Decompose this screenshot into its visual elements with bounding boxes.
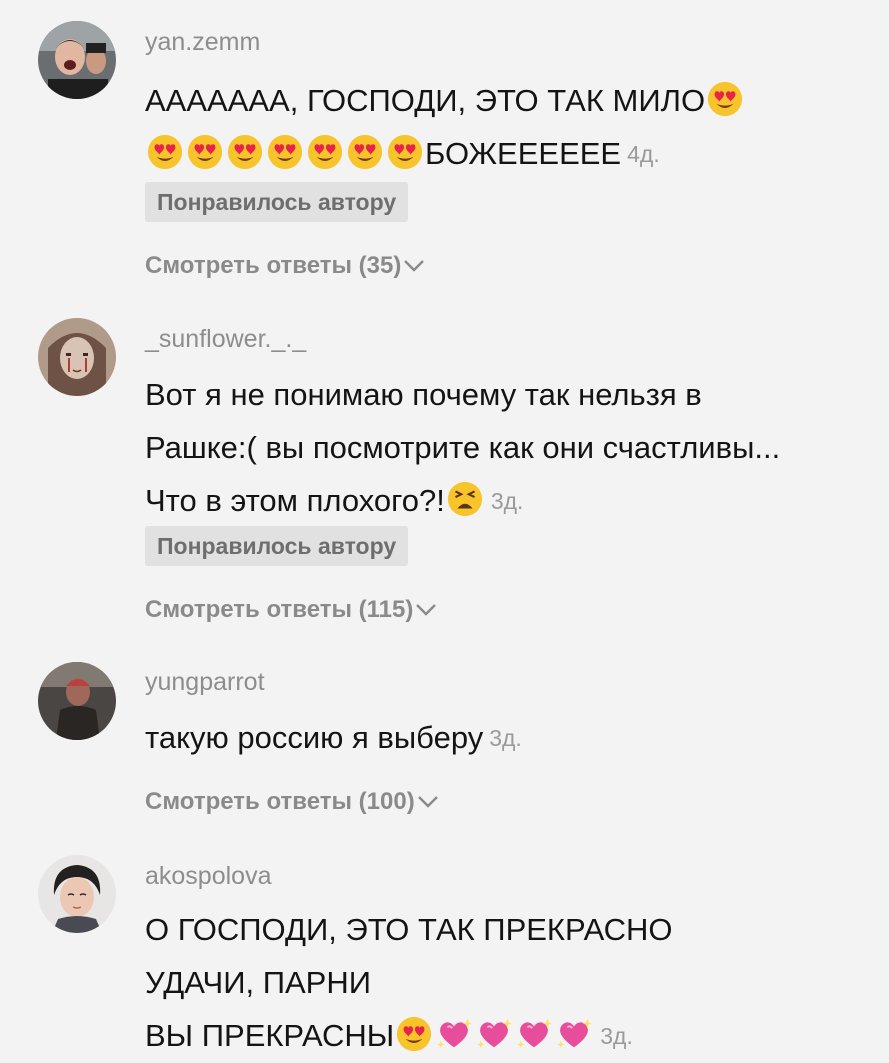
comment-text: О ГОСПОДИ, ЭТО ТАК ПРЕКРАСНО УДАЧИ, ПАРН… xyxy=(145,903,672,1063)
view-replies-button[interactable]: Смотреть ответы (115) xyxy=(145,596,437,624)
comment-time: 4д. xyxy=(627,141,660,167)
comment-text-line: такую россию я выберу xyxy=(145,720,484,755)
heart-eyes-emoji xyxy=(146,133,184,171)
heart-eyes-emoji xyxy=(306,133,344,171)
avatar[interactable] xyxy=(38,21,116,99)
comment-text: АААААAА, ГОСПОДИ, ЭТО ТАК МИЛО БОЖЕЕЕЕЕЕ… xyxy=(145,74,745,181)
comment-text-line: О ГОСПОДИ, ЭТО ТАК ПРЕКРАСНО xyxy=(145,912,673,947)
avatar[interactable] xyxy=(38,662,116,740)
heart-eyes-emoji xyxy=(186,133,224,171)
chevron-down-icon xyxy=(404,260,425,272)
heart-eyes-emoji xyxy=(706,80,744,118)
view-replies-label: Смотреть ответы (115) xyxy=(145,596,414,623)
comment-username[interactable]: akospolova xyxy=(145,862,271,891)
view-replies-button[interactable]: Смотреть ответы (35) xyxy=(145,252,425,280)
tired-face-emoji xyxy=(446,480,484,518)
comment-text: Вот я не понимаю почему так нельзя в Раш… xyxy=(145,368,780,528)
comment-text-line: Рашке:( вы посмотрите как они счастливы.… xyxy=(145,430,781,465)
heart-eyes-emoji xyxy=(395,1015,433,1053)
comment-username[interactable]: yan.zemm xyxy=(145,28,260,57)
comment-text-line: ВЫ ПРЕКРАСНЫ xyxy=(145,1018,395,1053)
comment-time: 3д. xyxy=(490,488,524,514)
chevron-down-icon xyxy=(416,604,437,616)
sparkling-heart-emoji xyxy=(435,1015,473,1053)
comment-text-line: УДАЧИ, ПАРНИ xyxy=(145,965,372,1000)
avatar[interactable] xyxy=(38,318,116,396)
comment-username[interactable]: yungparrot xyxy=(145,668,265,697)
liked-by-author-badge: Понравилось автору xyxy=(145,526,409,566)
heart-eyes-emoji xyxy=(266,133,304,171)
sparkling-heart-emoji xyxy=(515,1015,553,1053)
comment-time: 3д. xyxy=(600,1023,633,1049)
liked-by-author-badge: Понравилось автору xyxy=(145,182,409,222)
view-replies-button[interactable]: Смотреть ответы (100) xyxy=(145,788,439,816)
comment-text: такую россию я выберу 3д. xyxy=(145,711,522,765)
comment-text-line: АААААAА, ГОСПОДИ, ЭТО ТАК МИЛО xyxy=(145,83,706,118)
heart-eyes-emoji xyxy=(226,133,264,171)
sparkling-heart-emoji xyxy=(555,1015,593,1053)
chevron-down-icon xyxy=(417,796,438,808)
view-replies-label: Смотреть ответы (35) xyxy=(145,252,402,279)
comment-text-line: БОЖЕЕЕЕЕЕ xyxy=(425,136,622,171)
comment-username[interactable]: _sunflower._._ xyxy=(145,325,306,354)
comment-text-line: Что в этом плохого?! xyxy=(145,483,445,518)
avatar[interactable] xyxy=(38,855,116,933)
sparkling-heart-emoji xyxy=(475,1015,513,1053)
view-replies-label: Смотреть ответы (100) xyxy=(145,788,415,815)
heart-eyes-emoji xyxy=(386,133,424,171)
comment-text-line: Вот я не понимаю почему так нельзя в xyxy=(145,377,702,412)
comment-time: 3д. xyxy=(489,725,522,751)
heart-eyes-emoji xyxy=(346,133,384,171)
